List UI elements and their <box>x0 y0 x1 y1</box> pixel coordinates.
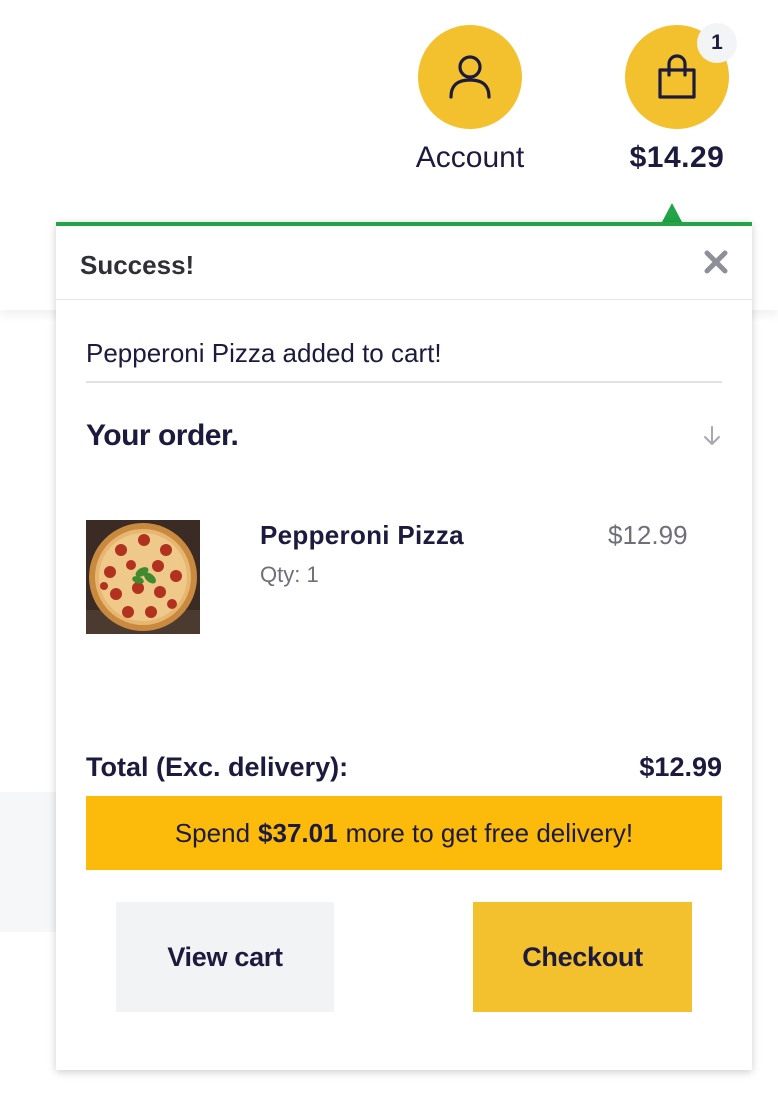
user-icon <box>449 55 491 99</box>
delivery-amount: $37.01 <box>258 817 338 848</box>
background-panel <box>0 792 56 932</box>
popup-pointer <box>662 203 682 222</box>
item-name[interactable]: Pepperoni Pizza <box>260 520 464 551</box>
shopping-bag-icon <box>658 54 696 99</box>
divider <box>86 381 722 383</box>
account-button[interactable]: Account <box>408 25 532 175</box>
success-title: Success! <box>80 250 195 280</box>
account-circle <box>418 25 522 129</box>
item-price: $12.99 <box>608 520 688 550</box>
cart-circle: 1 <box>625 23 737 129</box>
cart-count-badge: 1 <box>697 23 737 63</box>
delivery-prefix: Spend <box>174 817 251 848</box>
view-cart-button[interactable]: View cart <box>116 902 334 1012</box>
cart-button[interactable]: 1 $14.29 <box>622 23 737 175</box>
total-value: $12.99 <box>639 752 722 782</box>
checkout-button[interactable]: Checkout <box>473 902 692 1012</box>
pizza-photo-icon <box>86 520 200 634</box>
delivery-suffix: more to get free delivery! <box>345 817 634 848</box>
item-quantity: Qty: 1 <box>260 562 319 587</box>
close-icon[interactable] <box>700 246 732 278</box>
cart-total: $14.29 <box>629 141 725 174</box>
popup-header: Success! <box>56 226 752 300</box>
pizza-image <box>86 520 200 634</box>
arrow-down-icon[interactable] <box>700 424 724 448</box>
total-label: Total (Exc. delivery): <box>86 752 349 782</box>
page: Account 1 $14.29 Success! Pepperoni Pizz… <box>0 0 778 1120</box>
account-label: Account <box>415 141 525 174</box>
free-delivery-banner: Spend $37.01 more to get free delivery! <box>86 796 722 870</box>
cart-popup: Success! Pepperoni Pizza added to cart! … <box>56 222 752 1070</box>
added-to-cart-message: Pepperoni Pizza added to cart! <box>86 338 442 368</box>
order-title: Your order. <box>86 419 239 452</box>
